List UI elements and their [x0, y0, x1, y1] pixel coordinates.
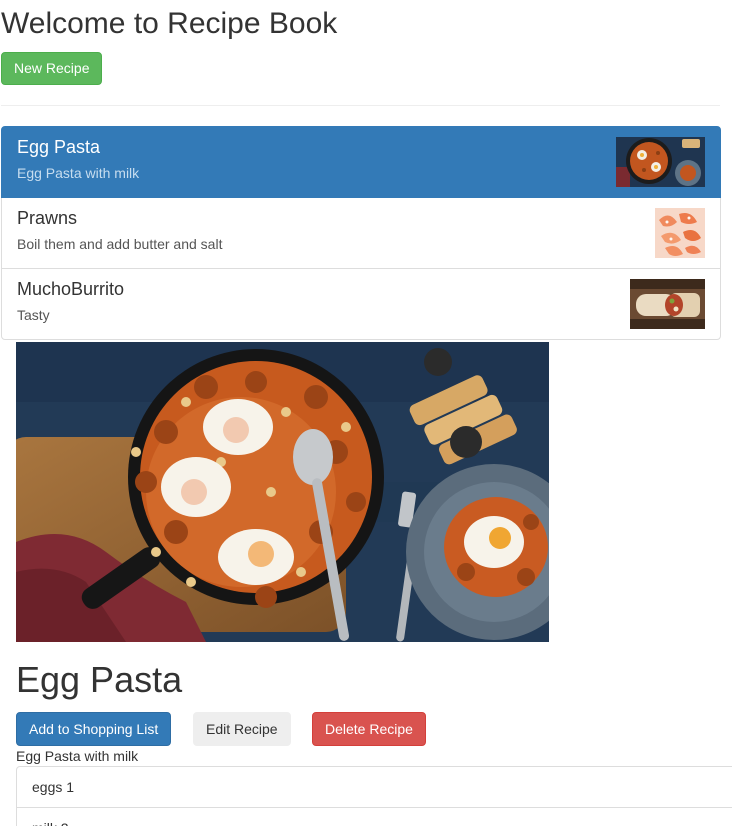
recipe-item-muchoburrito[interactable]: MuchoBurrito Tasty [1, 268, 721, 340]
recipe-thumbnail-prawns [655, 208, 705, 258]
recipe-item-description: Egg Pasta with milk [17, 165, 140, 181]
recipe-item-description: Tasty [17, 307, 50, 323]
ingredient-item: eggs 1 [16, 766, 732, 808]
recipe-list: Egg Pasta Egg Pasta with milk Prawns Boi… [1, 126, 721, 340]
ingredient-item: milk 2 [16, 807, 732, 826]
delete-recipe-button[interactable]: Delete Recipe [312, 712, 426, 746]
recipe-item-prawns[interactable]: Prawns Boil them and add butter and salt [1, 197, 721, 269]
ingredient-list: eggs 1 milk 2 [16, 766, 732, 826]
recipe-book-page: Welcome to Recipe Book New Recipe Egg Pa… [0, 0, 732, 826]
recipe-item-egg-pasta[interactable]: Egg Pasta Egg Pasta with milk [1, 126, 721, 198]
divider [1, 105, 720, 106]
recipe-detail-description: Egg Pasta with milk [16, 748, 139, 764]
add-to-shopping-list-button[interactable]: Add to Shopping List [16, 712, 172, 746]
recipe-item-name: Egg Pasta [17, 137, 101, 157]
edit-recipe-button[interactable]: Edit Recipe [193, 712, 291, 746]
page-title: Welcome to Recipe Book [1, 7, 338, 40]
recipe-item-description: Boil them and add butter and salt [17, 236, 223, 252]
recipe-item-name: Prawns [17, 208, 78, 228]
recipe-thumbnail-egg-pasta [616, 137, 705, 187]
recipe-item-name: MuchoBurrito [17, 279, 125, 299]
recipe-image [16, 342, 549, 642]
new-recipe-button[interactable]: New Recipe [1, 52, 103, 85]
recipe-detail-title: Egg Pasta [16, 659, 183, 700]
recipe-thumbnail-burrito [630, 279, 705, 329]
